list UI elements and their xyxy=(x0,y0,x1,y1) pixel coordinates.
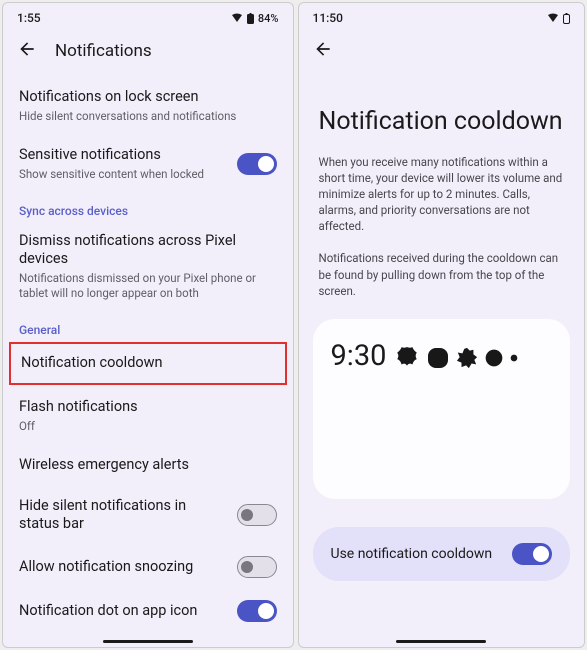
status-time: 1:55 xyxy=(17,11,41,25)
preview-time: 9:30 xyxy=(331,339,387,373)
wifi-icon xyxy=(231,13,243,23)
battery-icon xyxy=(247,13,254,24)
preview-card: 9:30 xyxy=(313,319,571,499)
toggle-hide-silent[interactable] xyxy=(237,504,277,526)
description-2: Notifications received during the cooldo… xyxy=(299,246,585,302)
row-allow-snoozing[interactable]: Allow notification snoozing xyxy=(3,545,293,589)
toggle-notification-dot[interactable] xyxy=(237,600,277,622)
status-bar: 11:50 xyxy=(299,3,585,29)
row-title: Notification dot on app icon xyxy=(19,602,227,621)
status-right: 84% xyxy=(231,12,279,25)
toggle-use-cooldown[interactable] xyxy=(512,543,552,565)
toggle-sensitive[interactable] xyxy=(237,153,277,175)
row-notification-cooldown[interactable]: Notification cooldown xyxy=(9,342,287,385)
notification-blobs-icon xyxy=(394,345,518,371)
wifi-icon xyxy=(547,13,559,23)
nav-handle-icon[interactable] xyxy=(103,640,193,643)
row-sub: Off xyxy=(19,419,277,434)
battery-icon xyxy=(563,13,570,24)
row-wireless-emergency-alerts[interactable]: Wireless emergency alerts xyxy=(3,445,293,486)
back-arrow-icon[interactable] xyxy=(313,39,333,63)
section-sync: Sync across devices xyxy=(3,193,293,221)
status-time: 11:50 xyxy=(313,11,343,25)
row-sub: Show sensitive content when locked xyxy=(19,167,227,182)
row-title: Notification cooldown xyxy=(21,354,275,373)
nav-handle-icon[interactable] xyxy=(396,640,486,643)
row-dismiss-across-devices[interactable]: Dismiss notifications across Pixel devic… xyxy=(3,221,293,313)
row-use-cooldown[interactable]: Use notification cooldown xyxy=(313,527,571,581)
row-sub: Hide silent conversations and notificati… xyxy=(19,109,277,124)
row-title: Sensitive notifications xyxy=(19,146,227,165)
row-sensitive-notifications[interactable]: Sensitive notifications Show sensitive c… xyxy=(3,135,293,193)
page-title: Notifications xyxy=(55,41,152,61)
status-right xyxy=(547,13,570,24)
row-hide-silent[interactable]: Hide silent notifications in status bar xyxy=(3,486,293,546)
row-notification-dot[interactable]: Notification dot on app icon xyxy=(3,589,293,633)
back-arrow-icon[interactable] xyxy=(17,39,37,63)
nav-bar xyxy=(3,636,293,647)
row-title: Hide silent notifications in status bar xyxy=(19,497,227,535)
status-bar: 1:55 84% xyxy=(3,3,293,29)
toggle-label: Use notification cooldown xyxy=(331,546,493,562)
row-title: Wireless emergency alerts xyxy=(19,456,277,475)
row-title: Dismiss notifications across Pixel devic… xyxy=(19,232,277,270)
row-sub: Notifications dismissed on your Pixel ph… xyxy=(19,271,277,301)
battery-percent: 84% xyxy=(258,12,279,25)
section-general: General xyxy=(3,312,293,340)
page-title: Notification cooldown xyxy=(299,77,585,150)
settings-list: Notifications on lock screen Hide silent… xyxy=(3,77,293,636)
row-title: Notifications on lock screen xyxy=(19,88,277,107)
row-title: Flash notifications xyxy=(19,398,277,417)
row-flash-notifications[interactable]: Flash notifications Off xyxy=(3,387,293,445)
row-lockscreen-notifications[interactable]: Notifications on lock screen Hide silent… xyxy=(3,77,293,135)
header: Notifications xyxy=(3,29,293,77)
description-1: When you receive many notifications with… xyxy=(299,150,585,238)
cooldown-screen: 11:50 Notification cooldown When you rec… xyxy=(298,2,586,648)
header xyxy=(299,29,585,77)
settings-screen: 1:55 84% Notifications Notifications on … xyxy=(2,2,294,648)
toggle-snoozing[interactable] xyxy=(237,556,277,578)
row-title: Allow notification snoozing xyxy=(19,558,227,577)
nav-bar xyxy=(299,636,585,647)
